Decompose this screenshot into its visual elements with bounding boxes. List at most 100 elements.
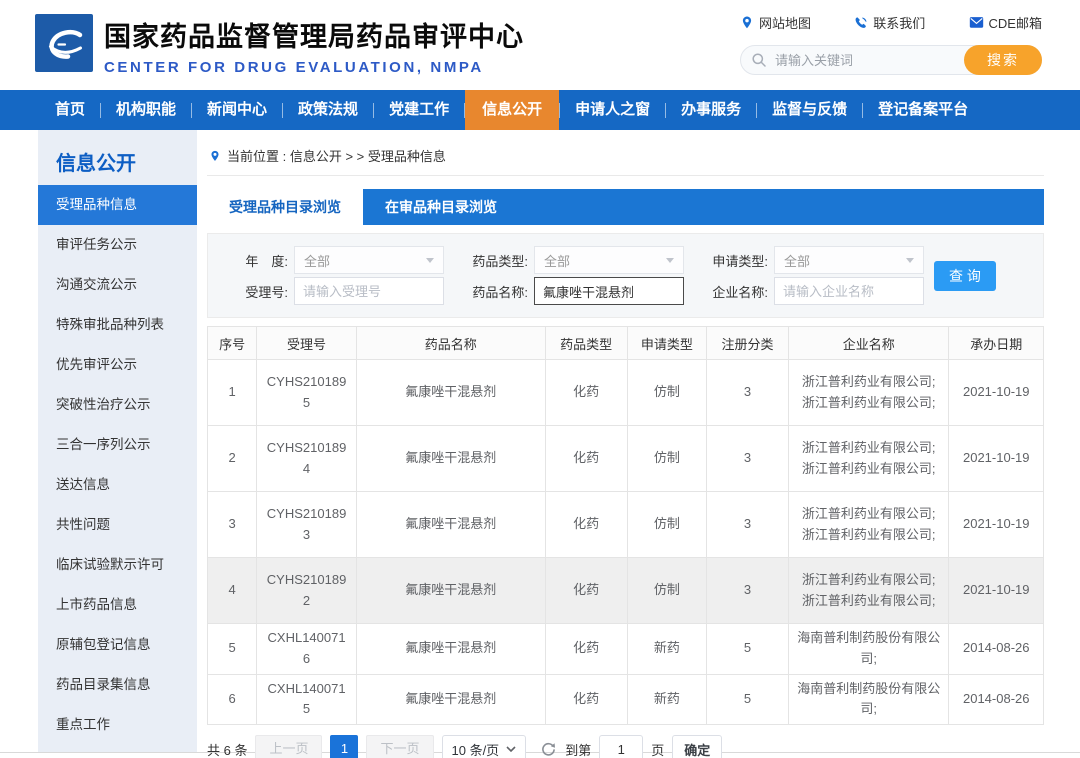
sidebar-item-5[interactable]: 突破性治疗公示 — [38, 385, 197, 425]
sidebar-item-2[interactable]: 沟通交流公示 — [38, 265, 197, 305]
drug-type-field: 药品类型: 全部 — [458, 246, 684, 274]
sidebar-item-10[interactable]: 上市药品信息 — [38, 585, 197, 625]
site-title: 国家药品监督管理局药品审评中心 — [104, 22, 524, 52]
nav-item-8[interactable]: 监督与反馈 — [757, 90, 862, 130]
table-cell: 2021-10-19 — [948, 425, 1044, 492]
sidebar-item-7[interactable]: 送达信息 — [38, 465, 197, 505]
table-cell: CYHS2101893 — [256, 491, 357, 558]
page-size-select[interactable]: 10 条/页 — [441, 735, 527, 758]
nav-item-5[interactable]: 信息公开 — [465, 90, 560, 130]
sitemap-link[interactable]: 网站地图 — [740, 13, 811, 32]
content-area: 信息公开 受理品种信息 审评任务公示 沟通交流公示 特殊审批品种列表 优先审评公示 突破性… — [0, 130, 1080, 758]
sidebar-item-13[interactable]: 重点工作 — [38, 705, 197, 745]
column-header: 注册分类 — [706, 326, 789, 360]
apply-type-field: 申请类型: 全部 — [698, 246, 924, 274]
sidebar-item-1[interactable]: 审评任务公示 — [38, 225, 197, 265]
sidebar-item-6[interactable]: 三合一序列公示 — [38, 425, 197, 465]
goto-page-input[interactable] — [599, 735, 644, 758]
nav-item-6[interactable]: 申请人之窗 — [560, 90, 665, 130]
sidebar-item-9[interactable]: 临床试验默示许可 — [38, 545, 197, 585]
main-panel: 当前位置 : 信息公开 > > 受理品种信息 受理品种目录浏览 在审品种目录浏览 … — [206, 130, 1044, 758]
nav-item-3[interactable]: 政策法规 — [283, 90, 373, 130]
nav-item-4[interactable]: 党建工作 — [374, 90, 464, 130]
filter-panel: 年 度: 全部 药品类型: 全部 申请类型: 全部 受理号: 请输入受理号 药品… — [207, 233, 1044, 318]
envelope-icon — [969, 17, 983, 28]
table-cell: 氟康唑干混悬剂 — [355, 359, 546, 426]
nav-item-0[interactable]: 首页 — [40, 90, 100, 130]
contact-label: 联系我们 — [873, 16, 926, 31]
table-row[interactable]: 1 CYHS2101895 氟康唑干混悬剂 化药 仿制 3 浙江普利药业有限公司;浙江普利药… — [206, 359, 1044, 426]
search-button[interactable]: 搜索 — [964, 45, 1042, 75]
confirm-button[interactable]: 确定 — [672, 735, 723, 758]
location-pin-icon — [742, 16, 752, 29]
table-cell: 5 — [706, 623, 789, 675]
table-cell: 1 — [206, 359, 258, 426]
drug-type-select[interactable]: 全部 — [534, 246, 684, 274]
page-size-value: 10 条/页 — [451, 742, 500, 758]
tab-0[interactable]: 受理品种目录浏览 — [207, 189, 363, 225]
sidebar-item-8[interactable]: 共性问题 — [38, 505, 197, 545]
page-number-button[interactable]: 1 — [330, 735, 359, 758]
apply-type-select[interactable]: 全部 — [774, 246, 924, 274]
table-row[interactable]: 2 CYHS2101894 氟康唑干混悬剂 化药 仿制 3 浙江普利药业有限公司;浙江普利药… — [206, 425, 1044, 492]
table-row[interactable]: 6 CXHL1400715 氟康唑干混悬剂 化药 新药 5 海南普利制药股份有限公司; 201… — [206, 673, 1044, 726]
company-field: 企业名称: — [698, 277, 924, 305]
table-cell: 3 — [206, 491, 258, 558]
tab-1[interactable]: 在审品种目录浏览 — [363, 189, 519, 225]
sidebar-item-0[interactable]: 受理品种信息 — [38, 185, 197, 225]
accept-no-label: 受理号: — [245, 284, 288, 300]
refresh-button[interactable] — [540, 741, 557, 758]
sidebar-item-4[interactable]: 优先审评公示 — [38, 345, 197, 385]
prev-page-button[interactable]: 上一页 — [255, 735, 323, 758]
table-cell: 仿制 — [626, 425, 708, 492]
company-input[interactable] — [774, 277, 924, 305]
year-select[interactable]: 全部 — [294, 246, 444, 274]
table-cell: 化药 — [544, 359, 628, 426]
nav-item-2[interactable]: 新闻中心 — [192, 90, 282, 130]
column-header: 企业名称 — [787, 326, 950, 360]
table-row[interactable]: 5 CXHL1400716 氟康唑干混悬剂 化药 新药 5 海南普利制药股份有限公司; 201… — [206, 623, 1044, 675]
table-cell: 2014-08-26 — [948, 673, 1044, 726]
sidebar-item-11[interactable]: 原辅包登记信息 — [38, 625, 197, 665]
table-cell: 3 — [706, 557, 789, 624]
next-page-button[interactable]: 下一页 — [366, 735, 434, 758]
site-subtitle: CENTER FOR DRUG EVALUATION, NMPA — [104, 59, 484, 76]
table-cell: CYHS2101895 — [256, 359, 357, 426]
query-button[interactable]: 查 询 — [934, 260, 996, 291]
table-cell: 3 — [706, 359, 789, 426]
table-cell: CXHL1400715 — [256, 673, 357, 726]
drug-name-input[interactable] — [534, 277, 684, 305]
table-cell: 6 — [206, 673, 258, 726]
table-cell: 新药 — [626, 673, 708, 726]
quick-links: 网站地图 联系我们 CDE邮箱 — [740, 13, 1042, 32]
sidebar-item-3[interactable]: 特殊审批品种列表 — [38, 305, 197, 345]
nav-item-7[interactable]: 办事服务 — [666, 90, 756, 130]
refresh-icon — [542, 742, 556, 756]
table-header-row: 序号 受理号 药品名称 药品类型 申请类型 注册分类 企业名称 承办日期 — [206, 326, 1044, 360]
table-row[interactable]: 4 CYHS2101892 氟康唑干混悬剂 化药 仿制 3 浙江普利药业有限公司;浙江普利药… — [206, 557, 1044, 624]
table-cell: 化药 — [544, 425, 628, 492]
table-cell: CYHS2101892 — [256, 557, 357, 624]
mail-link[interactable]: CDE邮箱 — [969, 13, 1042, 32]
table-cell: 化药 — [544, 557, 628, 624]
table-cell: 氟康唑干混悬剂 — [355, 673, 546, 726]
table-cell: 海南普利制药股份有限公司; — [787, 623, 950, 675]
year-select-value: 全部 — [304, 253, 331, 269]
table-row[interactable]: 3 CYHS2101893 氟康唑干混悬剂 化药 仿制 3 浙江普利药业有限公司;浙江普利药… — [206, 491, 1044, 558]
contact-link[interactable]: 联系我们 — [854, 13, 925, 32]
table-cell: CYHS2101894 — [256, 425, 357, 492]
column-header: 受理号 — [256, 326, 357, 360]
table-cell: 新药 — [626, 623, 708, 675]
sidebar-item-12[interactable]: 药品目录集信息 — [38, 665, 197, 705]
table-cell: 浙江普利药业有限公司;浙江普利药业有限公司; — [787, 359, 950, 426]
nav-item-1[interactable]: 机构职能 — [101, 90, 191, 130]
drug-type-label: 药品类型: — [472, 253, 528, 269]
accept-no-input[interactable] — [294, 277, 444, 305]
page-unit-label: 页 — [651, 742, 665, 758]
table-cell: 3 — [706, 425, 789, 492]
nav-item-9[interactable]: 登记备案平台 — [863, 90, 983, 130]
apply-type-label: 申请类型: — [712, 253, 768, 269]
total-count: 共 6 条 — [207, 742, 248, 758]
chevron-down-icon — [666, 257, 674, 263]
table-cell: 浙江普利药业有限公司;浙江普利药业有限公司; — [787, 491, 950, 558]
